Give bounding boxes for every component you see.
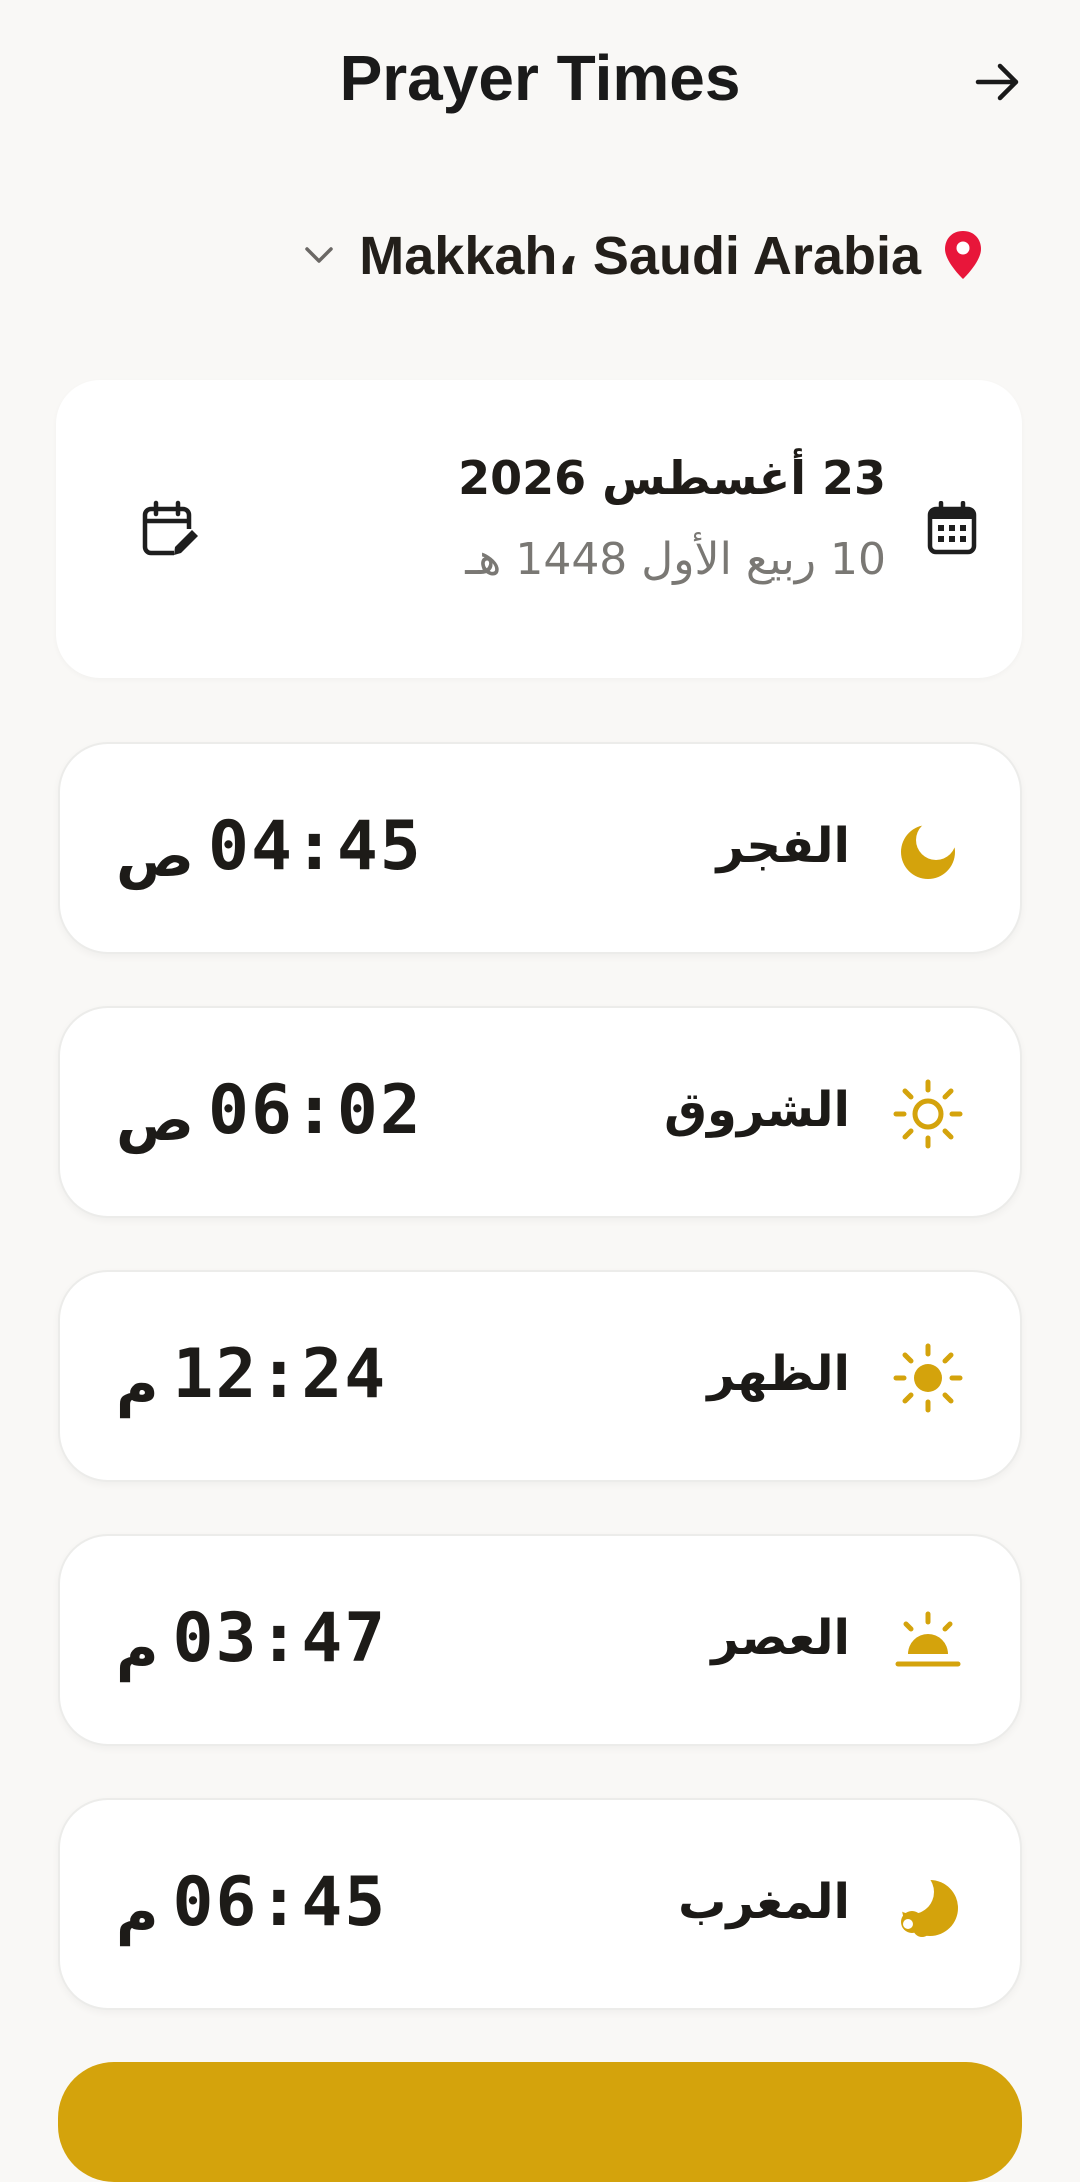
sunrise-icon	[892, 1078, 964, 1150]
prayer-name: الشروق	[664, 1082, 850, 1138]
prayer-time: ص 04:45	[116, 796, 423, 896]
prayer-time-digits: 03:47	[172, 1598, 388, 1678]
page-title: Prayer Times	[339, 42, 741, 114]
prayer-name: الظهر	[707, 1346, 850, 1402]
prayer-period: ص	[116, 822, 195, 890]
chevron-down-icon	[299, 235, 339, 275]
prayer-card-fajr[interactable]: ص 04:45 الفجر	[58, 742, 1022, 954]
edit-date-button[interactable]	[136, 495, 206, 565]
prayer-time: م 12:24	[116, 1324, 387, 1424]
arrow-right-icon	[975, 63, 1019, 101]
sun-icon	[892, 1342, 964, 1414]
primary-action-button[interactable]	[58, 2062, 1022, 2182]
gregorian-date: 23 أغسطس 2026	[458, 451, 886, 505]
date-texts: 23 أغسطس 2026 10 ربيع الأول 1448 هـ	[458, 446, 886, 596]
prayer-name: العصر	[711, 1610, 850, 1666]
prayer-name: الفجر	[716, 818, 850, 874]
location-name: Makkah، Saudi Arabia	[359, 225, 921, 286]
prayer-card-dhuhr[interactable]: م 12:24 الظهر	[58, 1270, 1022, 1482]
prayer-period: ص	[116, 1086, 195, 1154]
app-header: Prayer Times	[0, 0, 1080, 160]
calendar-icon	[922, 498, 982, 558]
prayer-period: م	[116, 1350, 159, 1418]
prayer-card-maghrib[interactable]: م 06:45 المغرب	[58, 1798, 1022, 2010]
location-pin-icon	[941, 227, 985, 283]
sunset-horizon-icon	[892, 1606, 964, 1678]
prayer-time: م 06:45	[116, 1852, 387, 1952]
prayer-period: م	[116, 1878, 159, 1946]
crescent-cloud-icon	[892, 1870, 964, 1942]
location-selector[interactable]: Makkah، Saudi Arabia	[299, 220, 985, 290]
prayer-time: ص 06:02	[116, 1060, 423, 1160]
hijri-date: 10 ربيع الأول 1448 هـ	[465, 534, 886, 585]
date-card: 23 أغسطس 2026 10 ربيع الأول 1448 هـ	[56, 380, 1022, 678]
prayer-time: م 03:47	[116, 1588, 387, 1688]
calendar-edit-icon	[142, 500, 198, 559]
forward-button[interactable]	[966, 50, 1030, 114]
prayer-time-digits: 06:45	[172, 1862, 388, 1942]
prayer-time-digits: 04:45	[208, 806, 423, 886]
prayer-card-shuruq[interactable]: ص 06:02 الشروق	[58, 1006, 1022, 1218]
prayer-time-digits: 06:02	[208, 1070, 423, 1150]
prayer-period: م	[116, 1614, 159, 1682]
moon-icon	[892, 814, 964, 886]
prayer-name: المغرب	[678, 1874, 850, 1930]
prayer-card-asr[interactable]: م 03:47 العصر	[58, 1534, 1022, 1746]
prayer-time-digits: 12:24	[172, 1334, 388, 1414]
